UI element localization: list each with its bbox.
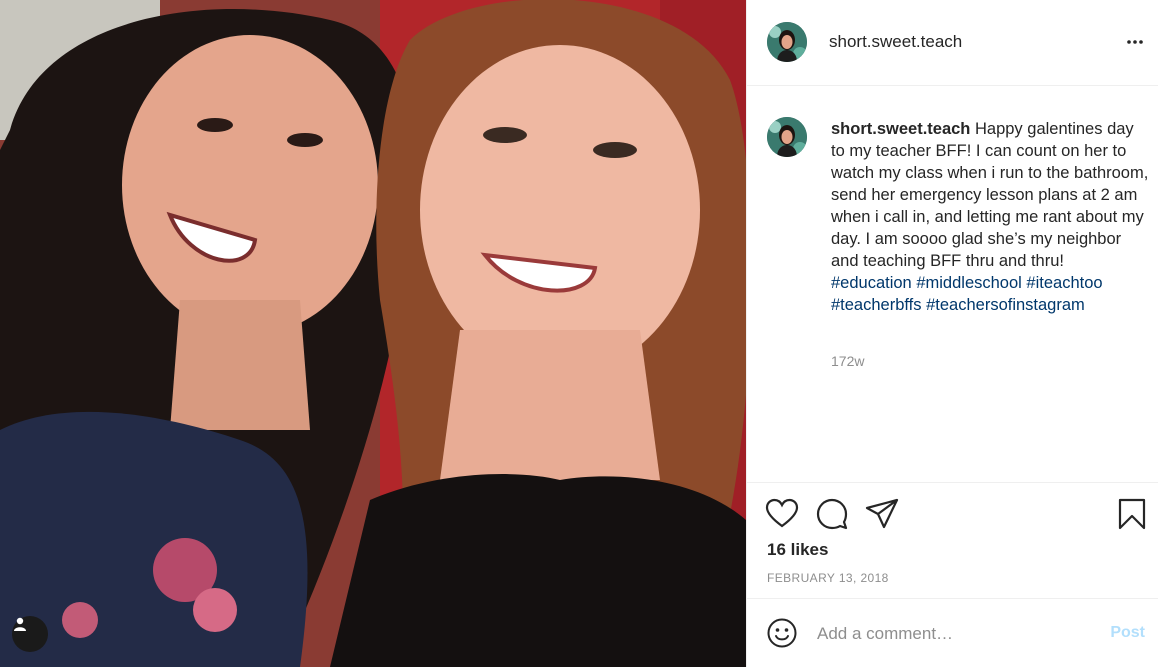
post-photo[interactable] xyxy=(0,0,746,667)
hashtag-link[interactable]: #teacherbffs xyxy=(831,296,922,314)
share-button[interactable] xyxy=(865,497,899,531)
caption-body: Happy galentines day to my teacher BFF! … xyxy=(831,120,1149,270)
caption-text: short.sweet.teach Happy galentines day t… xyxy=(831,118,1149,316)
like-button[interactable] xyxy=(765,497,799,531)
post-date[interactable]: FEBRUARY 13, 2018 xyxy=(767,571,889,585)
save-button[interactable] xyxy=(1115,497,1149,531)
post-comment-button[interactable]: Post xyxy=(1110,624,1145,642)
heart-icon xyxy=(765,498,799,528)
caption-username-link[interactable]: short.sweet.teach xyxy=(831,120,970,138)
hashtag-link[interactable]: #middleschool xyxy=(916,274,1021,292)
smiley-icon xyxy=(767,618,797,648)
username-link[interactable]: short.sweet.teach xyxy=(829,32,962,52)
hashtag-link[interactable]: #iteachtoo xyxy=(1026,274,1102,292)
emoji-button[interactable] xyxy=(766,617,798,649)
caption-section: short.sweet.teach Happy galentines day t… xyxy=(747,87,1158,481)
avatar[interactable] xyxy=(767,22,807,62)
post-age[interactable]: 172w xyxy=(831,353,864,369)
hashtag-link[interactable]: #education xyxy=(831,274,912,292)
caption-avatar[interactable] xyxy=(767,117,807,157)
comment-button[interactable] xyxy=(815,497,849,531)
selfie-image xyxy=(0,0,746,667)
post-panel: short.sweet.teach short.sweet.teach Happ… xyxy=(746,0,1158,667)
more-horizontal-icon xyxy=(1127,40,1143,44)
bookmark-icon xyxy=(1118,498,1146,530)
post-header: short.sweet.teach xyxy=(747,0,1158,86)
more-options-button[interactable] xyxy=(1123,30,1147,54)
comment-icon xyxy=(816,498,848,530)
tagged-users-button[interactable] xyxy=(12,616,48,652)
user-icon xyxy=(14,617,26,631)
hashtag-link[interactable]: #teachersofinstagram xyxy=(926,296,1085,314)
likes-count[interactable]: 16 likes xyxy=(767,540,828,560)
comment-input[interactable] xyxy=(817,619,1097,649)
paper-plane-icon xyxy=(865,498,899,529)
comment-form: Post xyxy=(747,598,1158,667)
action-bar: 16 likes FEBRUARY 13, 2018 xyxy=(747,482,1158,598)
